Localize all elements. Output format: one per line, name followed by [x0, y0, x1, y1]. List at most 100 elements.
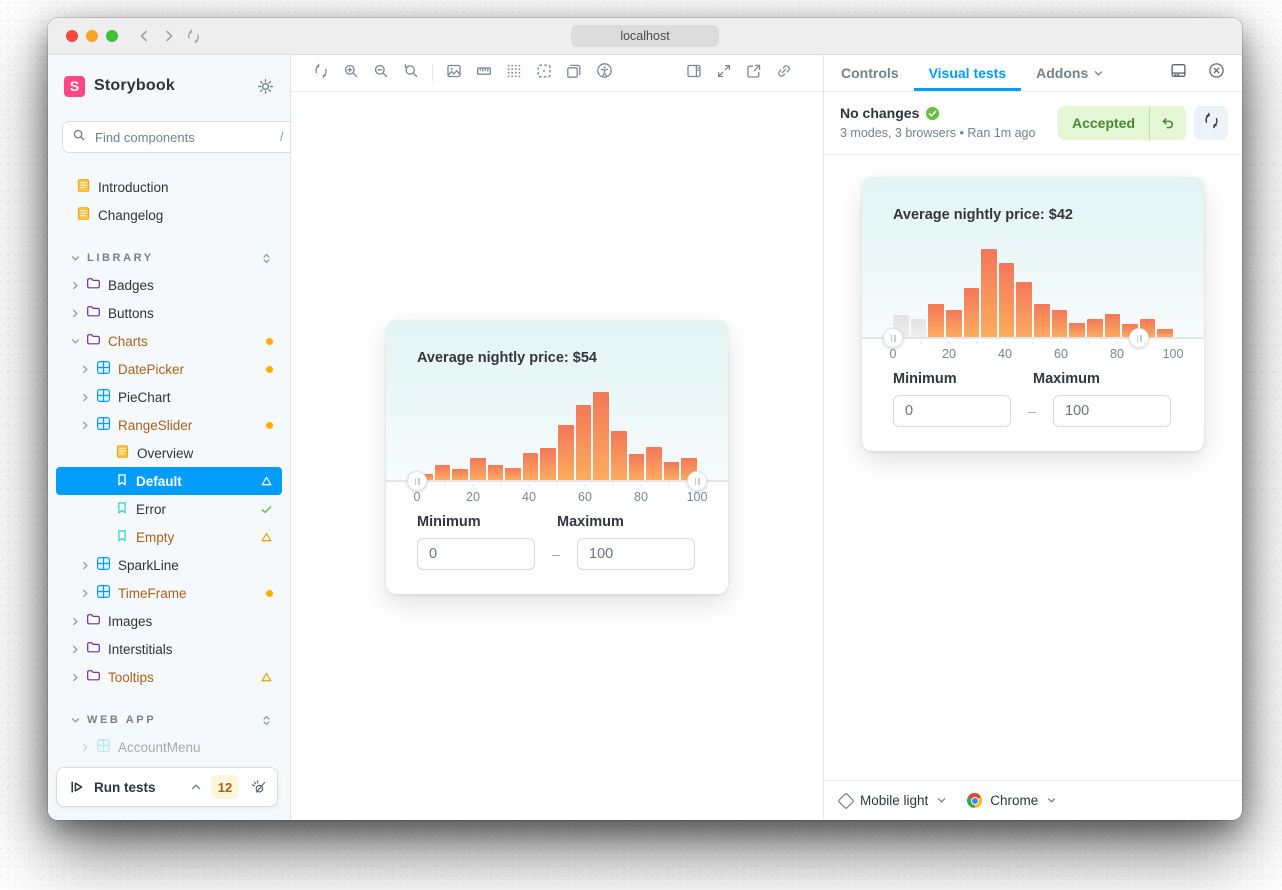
- accepted-button[interactable]: Accepted: [1058, 106, 1186, 140]
- outline-icon: [536, 63, 552, 84]
- remount-icon: [1203, 112, 1220, 134]
- chevron-right-icon: [80, 588, 91, 599]
- chevron-right-icon: [70, 280, 81, 291]
- zoom-out-button[interactable]: [366, 59, 396, 87]
- chevron-right-icon: [80, 420, 91, 431]
- zoom-reset-button[interactable]: [396, 59, 426, 87]
- background-button[interactable]: [439, 59, 469, 87]
- zoom-in-button[interactable]: [336, 59, 366, 87]
- zoom-out-icon: [373, 63, 389, 84]
- sidebar-item-accountmenu[interactable]: AccountMenu: [56, 733, 282, 761]
- minimize-window-button[interactable]: [86, 30, 98, 42]
- copy-link-button[interactable]: [769, 59, 799, 87]
- warning-icon: [260, 671, 273, 684]
- histogram-bar: [946, 310, 962, 337]
- chevron-down-icon: [70, 715, 81, 726]
- sidebar-item-changelog[interactable]: Changelog: [56, 201, 282, 229]
- play-icon[interactable]: [69, 779, 85, 795]
- sidebar-item-charts[interactable]: Charts: [56, 327, 282, 355]
- run-tests-label[interactable]: Run tests: [94, 780, 156, 795]
- histogram-bar: [964, 288, 980, 337]
- axis-tick-label: 40: [998, 347, 1012, 361]
- grid-button[interactable]: [499, 59, 529, 87]
- sidebar-item-tooltips[interactable]: Tooltips: [56, 663, 282, 691]
- section-header-library[interactable]: LIBRARY: [56, 245, 282, 271]
- axis-tick: [669, 484, 670, 487]
- sidebar-item-timeframe[interactable]: TimeFrame: [56, 579, 282, 607]
- sidebar-item-overview[interactable]: Overview: [56, 439, 282, 467]
- axis-tick-label: 40: [522, 490, 536, 504]
- tab-addons[interactable]: Addons: [1021, 55, 1119, 91]
- sidebar-item-default[interactable]: Default: [56, 467, 282, 495]
- chart-title: Average nightly price: $54: [417, 350, 597, 366]
- rerun-tests-button[interactable]: [1194, 106, 1228, 140]
- open-external-button[interactable]: [739, 59, 769, 87]
- measure-button[interactable]: [469, 59, 499, 87]
- sidebar-item-empty[interactable]: Empty: [56, 523, 282, 551]
- forward-icon[interactable]: [161, 28, 177, 44]
- sidebar-item-rangeslider[interactable]: RangeSlider: [56, 411, 282, 439]
- browser-select[interactable]: Chrome: [967, 793, 1057, 808]
- sidebar-item-interstitials[interactable]: Interstitials: [56, 635, 282, 663]
- sidebar-item-images[interactable]: Images: [56, 607, 282, 635]
- tab-controls[interactable]: Controls: [826, 55, 914, 91]
- minimum-input[interactable]: [417, 538, 535, 570]
- sidebar-item-badges[interactable]: Badges: [56, 271, 282, 299]
- chevron-right-icon: [80, 560, 91, 571]
- expand-all-icon[interactable]: [260, 252, 273, 265]
- test-count-badge[interactable]: 12: [211, 775, 239, 799]
- component-icon: [96, 388, 111, 406]
- section-header-webapp[interactable]: WEB APP: [56, 707, 282, 733]
- remount-button[interactable]: [306, 59, 336, 87]
- viewport-button[interactable]: [559, 59, 589, 87]
- tab-visual-tests[interactable]: Visual tests: [914, 55, 1022, 91]
- address-bar[interactable]: localhost: [571, 25, 719, 47]
- maximum-input[interactable]: [577, 538, 695, 570]
- zoom-window-button[interactable]: [106, 30, 118, 42]
- chevron-right-icon: [80, 364, 91, 375]
- close-window-button[interactable]: [66, 30, 78, 42]
- mode-label: Mobile light: [860, 793, 928, 808]
- axis-tick-label: 80: [634, 490, 648, 504]
- sidebar-item-sparkline[interactable]: SparkLine: [56, 551, 282, 579]
- close-panel-button[interactable]: [1204, 59, 1228, 87]
- sidebar-item-introduction[interactable]: Introduction: [56, 173, 282, 201]
- fullscreen-button[interactable]: [709, 59, 739, 87]
- expand-all-icon[interactable]: [260, 714, 273, 727]
- story-preview: Average nightly price: $54 020406080100 …: [291, 92, 823, 820]
- panel-position-button[interactable]: [1166, 59, 1190, 87]
- sidebar-item-piechart[interactable]: PieChart: [56, 383, 282, 411]
- chart-title: Average nightly price: $42: [893, 207, 1073, 223]
- histogram-bar: [999, 263, 1015, 337]
- search-input[interactable]: /: [62, 121, 291, 153]
- chevron-up-icon[interactable]: [190, 781, 202, 793]
- axis-tick: [1005, 341, 1006, 344]
- sidebar-item-datepicker[interactable]: DatePicker: [56, 355, 282, 383]
- outline-button[interactable]: [529, 59, 559, 87]
- axis-tick-label: 0: [890, 347, 897, 361]
- watch-mode-icon[interactable]: [250, 779, 267, 796]
- range-controls: Minimum Maximum –: [862, 365, 1204, 451]
- range-controls: Minimum Maximum –: [386, 508, 728, 594]
- chevron-down-icon: [70, 253, 81, 264]
- accessibility-button[interactable]: [589, 59, 619, 87]
- axis-tick: [501, 484, 502, 487]
- folder-icon: [86, 276, 101, 294]
- minimum-input[interactable]: [893, 395, 1011, 427]
- axis-tick: [921, 341, 922, 344]
- folder-icon: [86, 332, 101, 350]
- search-field[interactable]: [93, 129, 273, 146]
- gear-icon[interactable]: [257, 78, 274, 95]
- addons-panel: Controls Visual tests Addons No changes …: [824, 55, 1242, 820]
- sidebar-item-error[interactable]: Error: [56, 495, 282, 523]
- panel-toggle-button[interactable]: [679, 59, 709, 87]
- sidebar-item-buttons[interactable]: Buttons: [56, 299, 282, 327]
- test-status-bar: No changes 3 modes, 3 browsers • Ran 1m …: [824, 92, 1242, 155]
- reload-icon[interactable]: [186, 29, 201, 44]
- zoom-in-icon: [343, 63, 359, 84]
- maximum-input[interactable]: [1053, 395, 1171, 427]
- axis-tick: [977, 341, 978, 344]
- back-icon[interactable]: [136, 28, 152, 44]
- undo-icon[interactable]: [1150, 106, 1186, 140]
- mode-select[interactable]: Mobile light: [840, 793, 947, 808]
